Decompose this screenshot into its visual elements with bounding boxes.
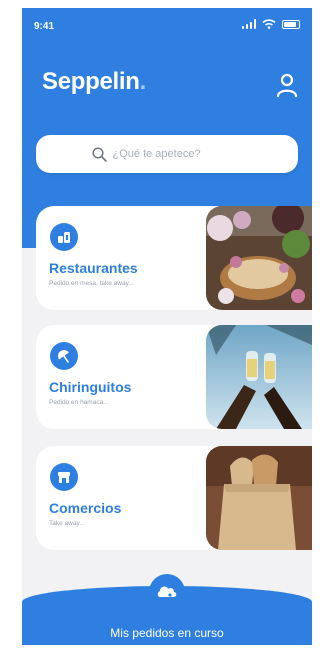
logo-dot: .: [139, 68, 147, 95]
category-card-comercios[interactable]: Comercios Take away...: [36, 446, 312, 550]
card-title: Chiringuitos: [49, 379, 132, 395]
store-icon: [50, 463, 78, 491]
status-bar: 9:41: [22, 8, 312, 44]
wifi-icon: [262, 19, 276, 29]
orders-in-progress-label[interactable]: Mis pedidos en curso: [22, 626, 312, 640]
search-input[interactable]: [112, 148, 243, 160]
card-subtitle: Pedido en mesa, take away...: [49, 280, 134, 287]
umbrella-icon: [50, 342, 78, 370]
restaurant-food-photo: [206, 206, 312, 310]
logo-text: Seppelin: [42, 68, 140, 95]
card-subtitle: Take away...: [49, 520, 85, 527]
search-icon: [91, 146, 107, 162]
battery-icon: [282, 20, 300, 29]
user-profile-icon[interactable]: [276, 72, 298, 98]
card-title: Comercios: [49, 500, 122, 516]
app-screen: 9:41 Seppelin. Restaurantes Pedido en me…: [22, 8, 312, 645]
restaurant-icon: [50, 223, 78, 251]
beach-toast-photo: [206, 325, 312, 429]
search-bar[interactable]: [36, 135, 298, 173]
app-logo: Seppelin.: [42, 68, 146, 96]
card-subtitle: Pedido en hamaca...: [49, 399, 109, 406]
category-card-restaurantes[interactable]: Restaurantes Pedido en mesa, take away..…: [36, 206, 312, 310]
orders-bubble-icon[interactable]: [149, 574, 185, 610]
card-title: Restaurantes: [49, 260, 138, 276]
status-icons: [241, 19, 300, 29]
category-card-chiringuitos[interactable]: Chiringuitos Pedido en hamaca...: [36, 325, 312, 429]
status-time: 9:41: [34, 21, 55, 32]
signal-icon: [241, 19, 256, 29]
bread-bag-photo: [206, 446, 312, 550]
